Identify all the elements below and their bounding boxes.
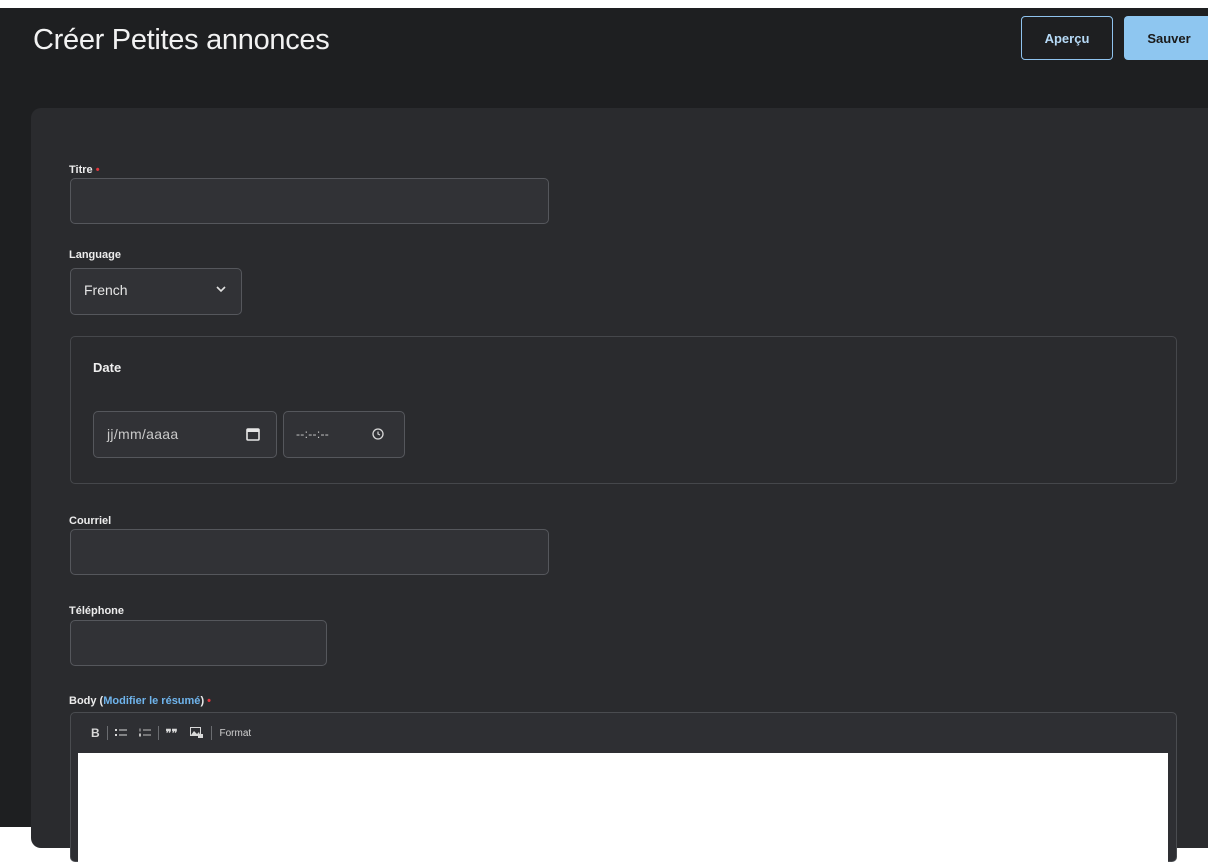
bulleted-list-icon: [114, 729, 127, 736]
blockquote-button[interactable]: ❞❞: [160, 727, 184, 740]
format-dropdown[interactable]: Format: [213, 728, 252, 739]
toolbar-divider: [157, 726, 159, 740]
phone-label: Téléphone: [69, 605, 125, 617]
numbered-list-button[interactable]: [133, 728, 157, 738]
numbered-list-icon: [138, 728, 151, 737]
edit-summary-link[interactable]: Modifier le résumé: [103, 695, 200, 707]
bold-button[interactable]: B: [85, 726, 106, 740]
date-section: Date jj/mm/aaaa --:--:--: [70, 336, 1177, 484]
image-icon: [189, 727, 203, 738]
email-label: Courriel: [69, 515, 112, 527]
app-window: Créer Petites annonces Aperçu Sauver Tit…: [0, 8, 1208, 863]
clock-icon[interactable]: [370, 426, 386, 442]
time-input[interactable]: --:--:--: [283, 411, 405, 458]
calendar-icon[interactable]: [245, 426, 261, 442]
date-section-title: Date: [93, 360, 122, 375]
email-input[interactable]: [70, 529, 549, 575]
rich-text-editor: B ❞❞ Format: [70, 712, 1177, 863]
date-placeholder: jj/mm/aaaa: [107, 426, 179, 442]
body-label: Body (Modifier le résumé) •: [69, 695, 212, 707]
time-placeholder: --:--:--: [296, 427, 330, 441]
bulleted-list-button[interactable]: [109, 728, 133, 738]
form-card: Titre • Language French Date jj/mm/aaaa …: [31, 108, 1208, 863]
language-select[interactable]: French: [70, 268, 242, 315]
editor-content-area[interactable]: [78, 753, 1168, 863]
phone-input[interactable]: [70, 620, 327, 666]
required-marker: •: [207, 695, 212, 707]
toolbar-divider: [106, 726, 108, 740]
title-input[interactable]: [70, 178, 549, 224]
image-button[interactable]: [184, 727, 210, 739]
language-selected-value: French: [84, 282, 128, 298]
toolbar-divider: [210, 726, 212, 740]
editor-toolbar: B ❞❞ Format: [85, 723, 251, 743]
page-title: Créer Petites annonces: [33, 24, 330, 56]
title-label: Titre •: [69, 164, 100, 176]
preview-button[interactable]: Aperçu: [1021, 16, 1113, 60]
date-input[interactable]: jj/mm/aaaa: [93, 411, 277, 458]
required-marker: •: [95, 164, 100, 176]
language-label: Language: [69, 249, 121, 261]
chevron-down-icon: [216, 286, 226, 293]
save-button[interactable]: Sauver: [1124, 16, 1208, 60]
